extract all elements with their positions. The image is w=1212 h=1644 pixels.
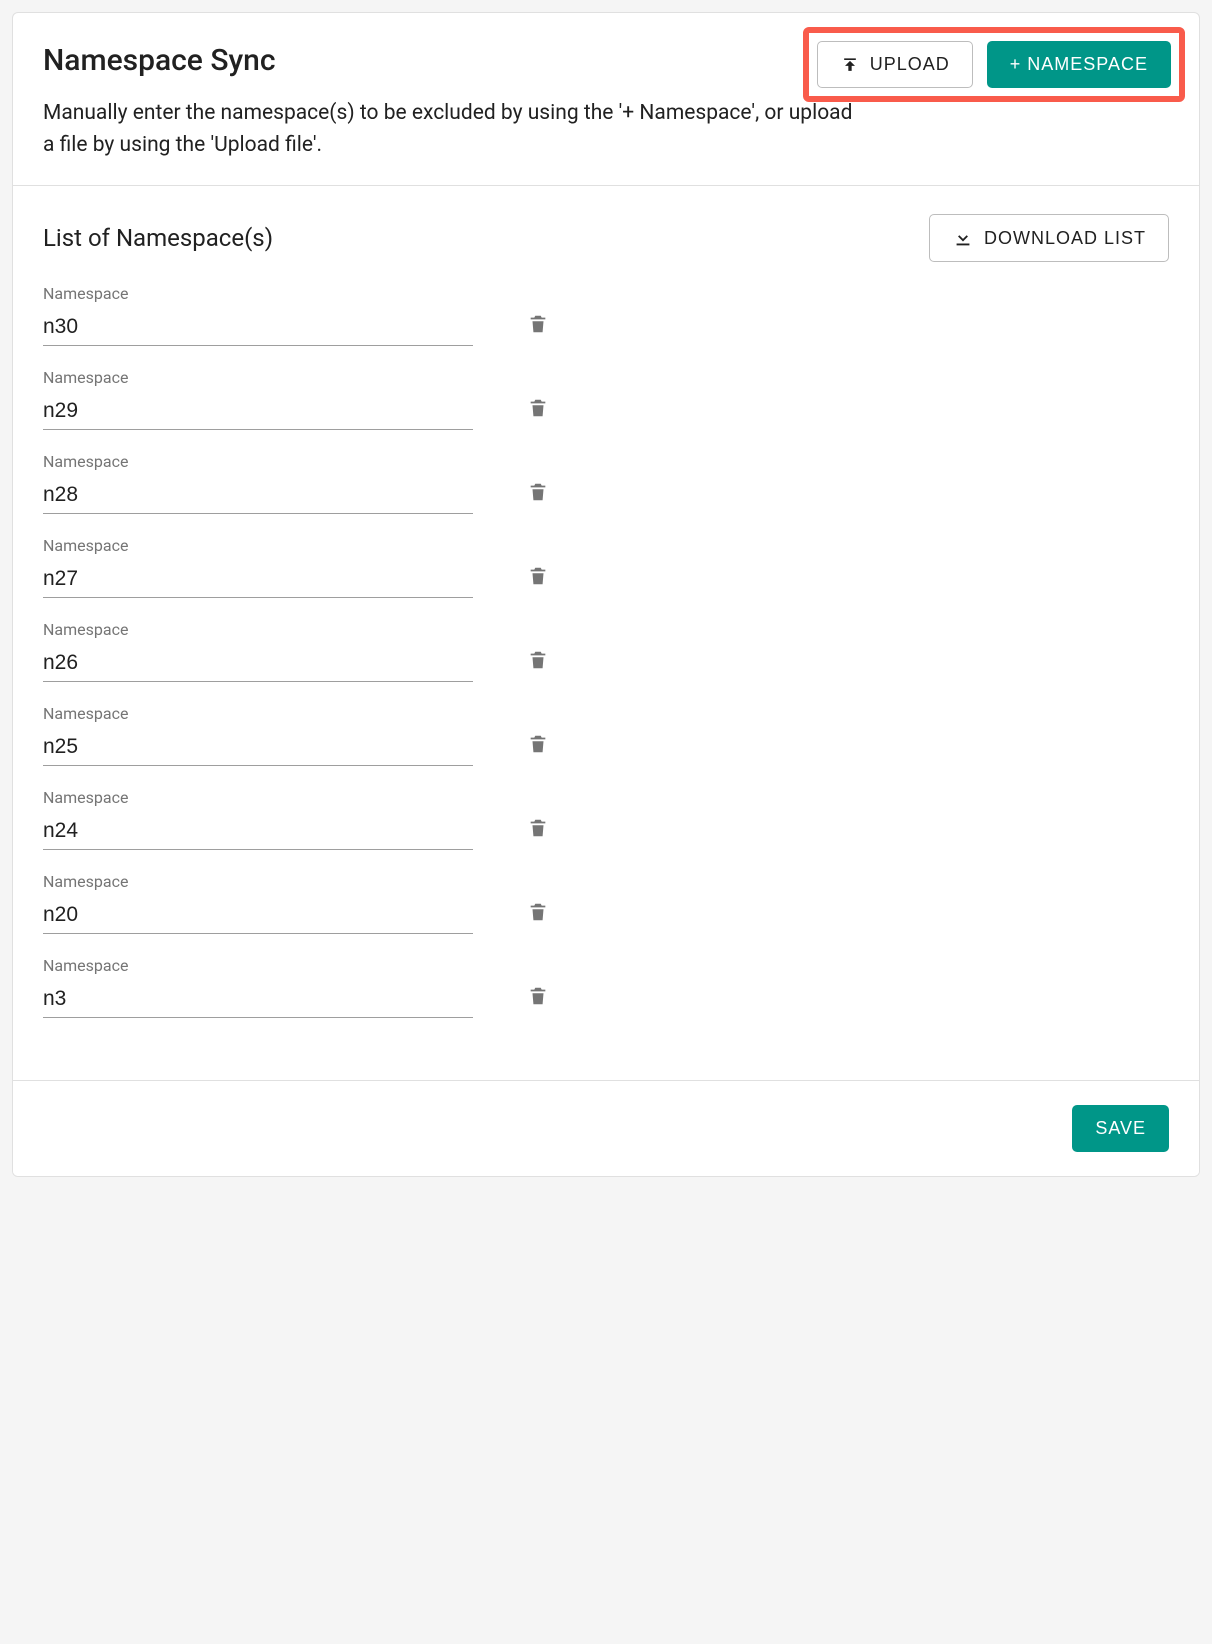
namespace-input[interactable] <box>43 311 473 346</box>
trash-icon <box>527 899 549 925</box>
namespace-field: Namespace <box>43 368 473 430</box>
namespace-list: Namespace Namespace Namespace Namespace Name… <box>43 284 1169 1018</box>
namespace-field-label: Namespace <box>43 872 473 891</box>
namespace-field: Namespace <box>43 956 473 1018</box>
trash-icon <box>527 731 549 757</box>
delete-namespace-button[interactable] <box>523 559 553 596</box>
namespace-field-label: Namespace <box>43 368 473 387</box>
namespace-row: Namespace <box>43 452 1169 514</box>
delete-namespace-button[interactable] <box>523 391 553 428</box>
add-namespace-button[interactable]: + NAMESPACE <box>987 41 1171 88</box>
namespace-row: Namespace <box>43 284 1169 346</box>
trash-icon <box>527 479 549 505</box>
namespace-field-label: Namespace <box>43 788 473 807</box>
namespace-input[interactable] <box>43 983 473 1018</box>
delete-namespace-button[interactable] <box>523 727 553 764</box>
save-button[interactable]: SAVE <box>1072 1105 1169 1152</box>
action-buttons-highlight: UPLOAD + NAMESPACE <box>803 27 1185 102</box>
trash-icon <box>527 983 549 1009</box>
download-list-button[interactable]: DOWNLOAD LIST <box>929 214 1169 262</box>
namespace-row: Namespace <box>43 536 1169 598</box>
namespace-input[interactable] <box>43 395 473 430</box>
namespace-sync-card: Namespace Sync UPLOAD + NAMESPACE Manual… <box>12 12 1200 1177</box>
footer-section: SAVE <box>13 1080 1199 1176</box>
trash-icon <box>527 815 549 841</box>
namespace-input[interactable] <box>43 815 473 850</box>
delete-namespace-button[interactable] <box>523 895 553 932</box>
upload-button[interactable]: UPLOAD <box>817 41 973 88</box>
delete-namespace-button[interactable] <box>523 979 553 1016</box>
namespace-input[interactable] <box>43 899 473 934</box>
namespace-row: Namespace <box>43 872 1169 934</box>
page-title: Namespace Sync <box>43 43 276 78</box>
namespace-row: Namespace <box>43 368 1169 430</box>
download-icon <box>952 227 974 249</box>
namespace-field: Namespace <box>43 788 473 850</box>
trash-icon <box>527 395 549 421</box>
upload-icon <box>840 55 860 75</box>
upload-button-label: UPLOAD <box>870 54 950 75</box>
delete-namespace-button[interactable] <box>523 475 553 512</box>
namespace-row: Namespace <box>43 620 1169 682</box>
delete-namespace-button[interactable] <box>523 307 553 344</box>
header-section: Namespace Sync UPLOAD + NAMESPACE Manual… <box>13 13 1199 186</box>
namespace-row: Namespace <box>43 956 1169 1018</box>
page-description: Manually enter the namespace(s) to be ex… <box>43 98 863 161</box>
list-title: List of Namespace(s) <box>43 224 273 252</box>
delete-namespace-button[interactable] <box>523 643 553 680</box>
namespace-field: Namespace <box>43 452 473 514</box>
namespace-field: Namespace <box>43 284 473 346</box>
download-list-button-label: DOWNLOAD LIST <box>984 228 1146 249</box>
trash-icon <box>527 311 549 337</box>
namespace-field-label: Namespace <box>43 452 473 471</box>
namespace-input[interactable] <box>43 647 473 682</box>
namespace-field-label: Namespace <box>43 284 473 303</box>
namespace-row: Namespace <box>43 788 1169 850</box>
namespace-field-label: Namespace <box>43 536 473 555</box>
save-button-label: SAVE <box>1095 1118 1146 1139</box>
namespace-field-label: Namespace <box>43 620 473 639</box>
namespace-input[interactable] <box>43 731 473 766</box>
namespace-field: Namespace <box>43 536 473 598</box>
namespace-field: Namespace <box>43 872 473 934</box>
delete-namespace-button[interactable] <box>523 811 553 848</box>
namespace-field: Namespace <box>43 704 473 766</box>
trash-icon <box>527 563 549 589</box>
namespace-field: Namespace <box>43 620 473 682</box>
add-namespace-button-label: + NAMESPACE <box>1010 54 1148 75</box>
namespace-field-label: Namespace <box>43 704 473 723</box>
namespace-input[interactable] <box>43 563 473 598</box>
namespace-input[interactable] <box>43 479 473 514</box>
list-section: List of Namespace(s) DOWNLOAD LIST Names… <box>13 186 1199 1080</box>
namespace-field-label: Namespace <box>43 956 473 975</box>
list-header: List of Namespace(s) DOWNLOAD LIST <box>43 214 1169 262</box>
trash-icon <box>527 647 549 673</box>
namespace-row: Namespace <box>43 704 1169 766</box>
